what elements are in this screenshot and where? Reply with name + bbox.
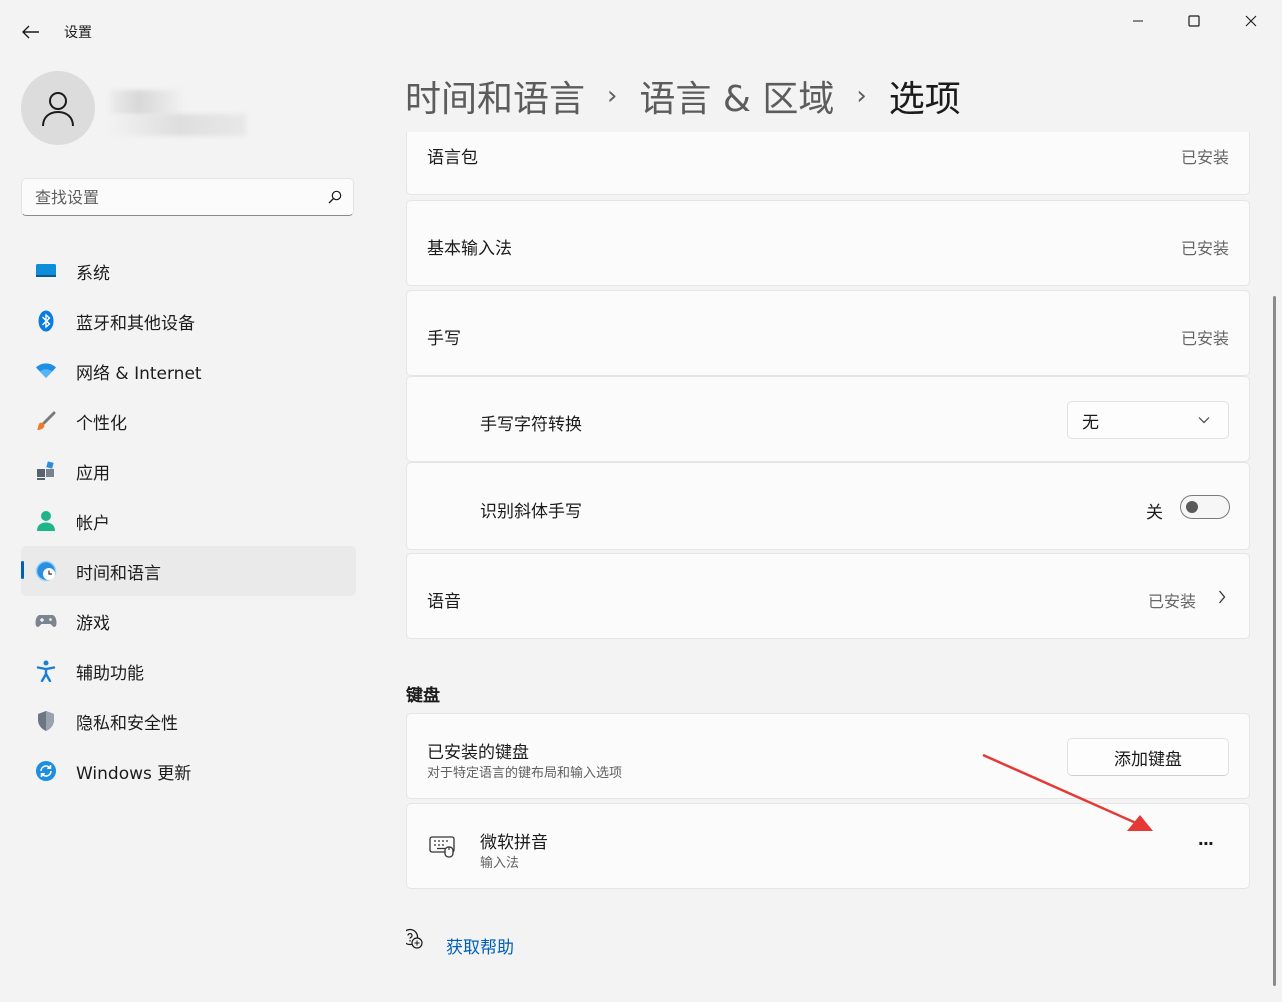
close-icon	[1245, 15, 1257, 27]
sidebar-item-windows-update[interactable]: Windows 更新	[21, 746, 356, 796]
account-icon	[34, 509, 58, 533]
sidebar-item-gaming[interactable]: 游戏	[21, 596, 356, 646]
bluetooth-icon	[34, 309, 58, 333]
annotation-arrow	[982, 753, 1153, 831]
minimize-button[interactable]	[1115, 6, 1161, 36]
back-arrow-icon	[22, 25, 39, 39]
search-input[interactable]	[22, 186, 317, 208]
keyboard-icon	[429, 836, 455, 858]
sidebar-item-accessibility[interactable]: 辅助功能	[21, 646, 356, 696]
back-button[interactable]	[14, 16, 48, 48]
monitor-icon	[34, 259, 58, 283]
close-button[interactable]	[1228, 6, 1274, 36]
apps-icon	[34, 459, 58, 483]
shield-icon	[34, 709, 58, 733]
user-name-redacted	[110, 90, 182, 116]
wifi-icon	[34, 359, 58, 383]
sidebar-nav: 系统 蓝牙和其他设备 网络 & Internet 个性化 应用 帐户 时间和语言…	[21, 246, 356, 796]
content-area: 语言包 已安装 基本输入法 已安装 手写 已安装 手写字符转换 无 识别斜体手写…	[406, 132, 1252, 1002]
globe-clock-icon	[34, 559, 58, 583]
scrollbar[interactable]	[1273, 296, 1276, 986]
breadcrumb-separator: ›	[607, 81, 618, 111]
basic-input-card: 基本输入法 已安装	[406, 200, 1250, 286]
brush-icon	[34, 409, 58, 433]
update-icon	[34, 759, 58, 783]
sidebar-item-accounts[interactable]: 帐户	[21, 496, 356, 546]
breadcrumb-time-language[interactable]: 时间和语言	[405, 70, 585, 122]
sidebar-item-apps[interactable]: 应用	[21, 446, 356, 496]
search-box[interactable]	[21, 178, 354, 216]
avatar[interactable]	[21, 71, 95, 145]
speech-card[interactable]: 语音 已安装	[406, 553, 1250, 639]
search-icon[interactable]	[317, 190, 353, 204]
sidebar-item-privacy[interactable]: 隐私和安全性	[21, 696, 356, 746]
handwriting-card: 手写 已安装	[406, 290, 1250, 376]
breadcrumb-language-region[interactable]: 语言 & 区域	[639, 70, 834, 122]
gamepad-icon	[34, 609, 58, 633]
chevron-right-icon	[1219, 590, 1226, 604]
user-email-redacted	[110, 114, 246, 136]
minimize-icon	[1133, 20, 1143, 22]
sidebar-item-bluetooth[interactable]: 蓝牙和其他设备	[21, 296, 356, 346]
keyboard-section-title: 键盘	[406, 686, 440, 706]
sidebar-item-network[interactable]: 网络 & Internet	[21, 346, 356, 396]
get-help-link[interactable]: 获取帮助	[446, 933, 514, 958]
italic-handwriting-toggle[interactable]	[1180, 495, 1230, 519]
toggle-state-label: 关	[1146, 503, 1163, 523]
page-title: 选项	[888, 79, 961, 120]
toggle-knob	[1186, 501, 1198, 513]
help-icon	[406, 928, 423, 949]
language-pack-card: 语言包 已安装	[406, 132, 1250, 195]
sidebar-item-time-language[interactable]: 时间和语言	[21, 546, 356, 596]
more-options-button[interactable]: ···	[1198, 834, 1214, 853]
person-icon	[42, 92, 74, 127]
accessibility-icon	[34, 659, 58, 683]
handwriting-conversion-card: 手写字符转换 无	[406, 376, 1250, 462]
breadcrumb: 时间和语言 › 语言 & 区域 › 选项	[405, 70, 961, 122]
maximize-icon	[1188, 15, 1200, 27]
app-title: 设置	[64, 25, 92, 41]
sidebar-item-system[interactable]: 系统	[21, 246, 356, 296]
handwriting-conversion-dropdown[interactable]: 无	[1067, 401, 1229, 439]
maximize-button[interactable]	[1171, 6, 1217, 36]
breadcrumb-separator: ›	[856, 81, 867, 111]
sidebar-item-personalization[interactable]: 个性化	[21, 396, 356, 446]
italic-handwriting-card: 识别斜体手写 关	[406, 462, 1250, 550]
chevron-down-icon	[1198, 417, 1210, 424]
